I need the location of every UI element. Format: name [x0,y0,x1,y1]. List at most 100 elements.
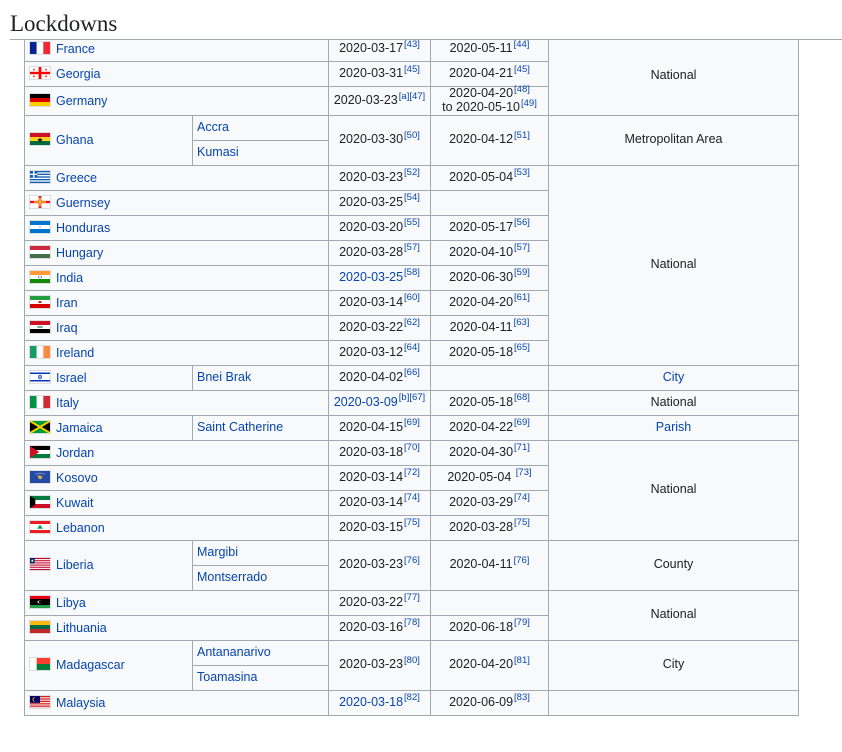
start-date-link[interactable]: 2020-03-09 [334,395,398,409]
reference-link[interactable]: [74] [404,492,420,503]
start-date-link[interactable]: 2020-03-18 [339,695,403,709]
reference-link[interactable]: [51] [514,130,530,141]
region-link-antananarivo[interactable]: Antananarivo [197,645,271,659]
country-cell: Greece [24,164,329,191]
region-link-saint-catherine[interactable]: Saint Catherine [197,420,283,434]
reference-link[interactable]: [48] [514,84,530,95]
honduras-flag-icon [29,219,51,234]
country-link-guernsey[interactable]: Guernsey [56,196,110,210]
reference-link[interactable]: [45] [404,64,420,75]
reference-link[interactable]: [69] [404,417,420,428]
country-link-israel[interactable]: Israel [56,371,87,385]
reference-link[interactable]: [73] [516,467,532,478]
reference-link[interactable]: [79] [514,617,530,628]
region-cell: Montserrado [192,564,329,591]
reference-link[interactable]: [60] [404,292,420,303]
reference-link[interactable]: [71] [514,442,530,453]
table-row: Ghana Accra 2020-03-30[50] 2020-04-12[51… [24,114,799,166]
reference-link[interactable]: [53] [514,167,530,178]
start-date: 2020-03-17 [339,41,404,56]
country-link-hungary[interactable]: Hungary [56,246,103,260]
country-link-greece[interactable]: Greece [56,171,97,185]
country-link-liberia[interactable]: Liberia [56,558,94,572]
region-link-accra[interactable]: Accra [197,120,229,134]
malaysia-flag-icon [29,694,51,709]
start-date: 2020-03-31 [339,66,404,81]
end-date: 2020-03-29 [449,494,514,509]
reference-link[interactable]: [56] [514,217,530,228]
reference-link[interactable]: [62] [404,317,420,328]
country-link-ireland[interactable]: Ireland [56,346,94,360]
reference-link[interactable]: [77] [404,592,420,603]
reference-link[interactable]: [57] [514,242,530,253]
country-link-iraq[interactable]: Iraq [56,321,78,335]
level-cell: National [548,589,799,641]
reference-link[interactable]: [76] [404,555,420,566]
reference-link[interactable]: [50] [404,130,420,141]
country-cell: Hungary [24,239,329,266]
region-cell: Kumasi [192,139,329,166]
reference-link[interactable]: [75] [514,517,530,528]
reference-link[interactable]: [66] [404,367,420,378]
region-link-margibi[interactable]: Margibi [197,545,238,559]
reference-link[interactable]: [59] [514,267,530,278]
reference-link[interactable]: [68] [514,392,530,403]
reference-link[interactable]: [55] [404,217,420,228]
country-link-lebanon[interactable]: Lebanon [56,521,105,535]
reference-link[interactable]: [82] [404,692,420,703]
country-link-kuwait[interactable]: Kuwait [56,496,94,510]
country-link-iran[interactable]: Iran [56,296,78,310]
reference-link[interactable]: [65] [514,342,530,353]
table-viewport[interactable]: France 2020-03-17[43] 2020-05-11[44] Nat… [0,40,842,745]
country-link-kosovo[interactable]: Kosovo [56,471,98,485]
region-link-bnei-brak[interactable]: Bnei Brak [197,370,251,384]
reference-link[interactable]: [b][67] [399,392,425,403]
country-link-germany[interactable]: Germany [56,94,107,108]
ghana-flag-icon [29,132,51,147]
country-link-georgia[interactable]: Georgia [56,67,100,81]
start-date-link[interactable]: 2020-03-25 [339,270,403,284]
country-link-lithuania[interactable]: Lithuania [56,621,107,635]
reference-link[interactable]: [49] [521,98,537,109]
country-link-jordan[interactable]: Jordan [56,446,94,460]
reference-link[interactable]: [52] [404,167,420,178]
region-link-toamasina[interactable]: Toamasina [197,670,257,684]
country-link-india[interactable]: India [56,271,83,285]
reference-link[interactable]: [75] [404,517,420,528]
reference-link[interactable]: [61] [514,292,530,303]
reference-link[interactable]: [72] [404,467,420,478]
reference-link[interactable]: [58] [404,267,420,278]
reference-link[interactable]: [76] [514,555,530,566]
end-date-cell: 2020-04-10[57] [430,239,549,266]
reference-link[interactable]: [63] [514,317,530,328]
end-date: 2020-05-04 [447,469,512,484]
country-link-libya[interactable]: Libya [56,596,86,610]
country-link-jamaica[interactable]: Jamaica [56,421,103,435]
reference-link[interactable]: [57] [404,242,420,253]
country-link-ghana[interactable]: Ghana [56,133,94,147]
reference-link[interactable]: [83] [514,692,530,703]
country-link-italy[interactable]: Italy [56,396,79,410]
start-date: 2020-03-22 [339,594,404,609]
reference-link[interactable]: [45] [514,64,530,75]
country-link-malaysia[interactable]: Malaysia [56,696,105,710]
reference-link[interactable]: [64] [404,342,420,353]
level-link-parish[interactable]: Parish [656,420,691,434]
reference-link[interactable]: [69] [514,417,530,428]
region-link-kumasi[interactable]: Kumasi [197,145,239,159]
reference-link[interactable]: [78] [404,617,420,628]
reference-link[interactable]: [43] [404,40,420,50]
reference-link[interactable]: [a][47] [399,91,425,102]
start-date-cell: 2020-03-23[80] [328,639,431,691]
reference-link[interactable]: [70] [404,442,420,453]
country-link-madagascar[interactable]: Madagascar [56,658,125,672]
level-link-city[interactable]: City [663,370,685,384]
reference-link[interactable]: [80] [404,655,420,666]
country-link-honduras[interactable]: Honduras [56,221,110,235]
reference-link[interactable]: [54] [404,192,420,203]
reference-link[interactable]: [81] [514,655,530,666]
reference-link[interactable]: [44] [514,40,530,50]
region-link-montserrado[interactable]: Montserrado [197,570,267,584]
country-link-france[interactable]: France [56,42,95,56]
reference-link[interactable]: [74] [514,492,530,503]
